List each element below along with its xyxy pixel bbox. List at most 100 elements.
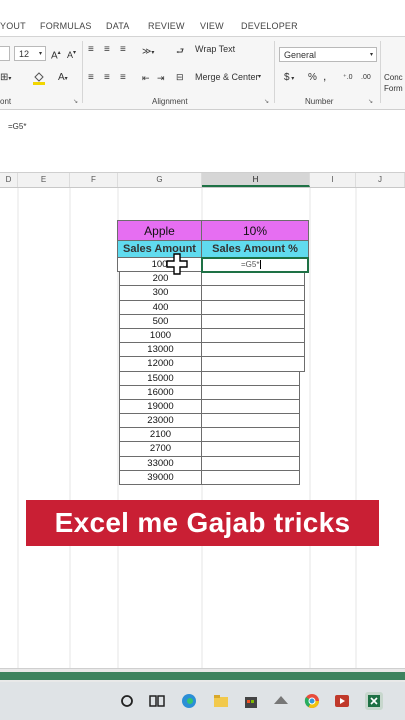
fill-color-icon[interactable] [32,71,46,90]
cell-g15[interactable]: 19000 [119,399,202,414]
cell-h20[interactable] [201,470,300,485]
cell-h5-editing[interactable]: =G5* [201,257,309,273]
windows-taskbar [0,682,405,720]
cell-g13[interactable]: 15000 [119,371,202,386]
edge-browser-icon[interactable] [180,692,198,710]
alignment-group-label: Alignment [152,97,188,106]
align-center-icon[interactable]: ≡ [104,71,110,85]
cell-g12[interactable]: 12000 [119,356,202,372]
wrap-text-icon: ⮐ [176,46,185,56]
decrease-indent-icon[interactable]: ⇤ [142,71,150,85]
cell-g4[interactable]: Sales Amount [117,240,202,258]
tab-view[interactable]: VIEW [200,21,224,31]
formula-input[interactable]: =G5* [8,122,26,131]
cell-g17[interactable]: 2100 [119,427,202,442]
task-view-icon[interactable] [148,692,166,710]
font-color-icon[interactable]: A▾ [58,71,68,86]
increase-decimal-icon[interactable]: ⁺.0 [343,71,353,85]
column-header-g[interactable]: G [118,173,202,187]
cell-g19[interactable]: 33000 [119,456,202,471]
text-caret [260,260,262,270]
align-top-icon[interactable]: ≡ [88,43,94,57]
cell-g11[interactable]: 13000 [119,342,202,357]
cell-g10[interactable]: 1000 [119,328,202,343]
cell-g6[interactable]: 200 [119,271,202,286]
cell-h7[interactable] [201,285,305,301]
cell-h12[interactable] [201,356,305,372]
cell-g8[interactable]: 400 [119,300,202,315]
align-middle-icon[interactable]: ≡ [104,43,110,57]
conditional-formatting-label: Conc [384,73,403,82]
font-size-box[interactable]: 12 ▾ [14,46,46,61]
cell-h17[interactable] [201,427,300,442]
align-bottom-icon[interactable]: ≡ [120,43,126,57]
grow-font-icon[interactable]: A▴ [51,46,61,63]
column-header-i[interactable]: I [310,173,356,187]
percent-button[interactable]: % [308,71,317,85]
decrease-decimal-icon[interactable]: .00 [361,71,371,85]
tab-developer[interactable]: DEVELOPER [241,21,298,31]
cell-h3[interactable]: 10% [201,220,309,241]
increase-indent-icon[interactable]: ⇥ [157,71,165,85]
tab-review[interactable]: REVIEW [148,21,185,31]
cell-h13[interactable] [201,371,300,386]
cell-g3[interactable]: Apple [117,220,202,241]
merge-center-icon: ⊟ [176,72,184,82]
mail-icon[interactable] [272,692,290,710]
video-caption-banner: Excel me Gajab tricks [26,500,379,546]
file-explorer-icon[interactable] [212,692,230,710]
align-left-icon[interactable]: ≡ [88,71,94,85]
cell-g16[interactable]: 23000 [119,413,202,428]
number-launcher-icon[interactable]: ↘ [368,98,373,105]
chrome-icon[interactable] [303,692,321,710]
cell-g14[interactable]: 16000 [119,385,202,400]
separator [274,41,275,103]
comma-button[interactable]: , [323,69,326,83]
tab-page-layout[interactable]: YOUT [0,21,26,31]
cell-g20[interactable]: 39000 [119,470,202,485]
font-launcher-icon[interactable]: ↘ [73,98,78,105]
cell-g9[interactable]: 500 [119,314,202,329]
font-name-box[interactable] [0,46,10,61]
cell-g5[interactable]: 100 [117,257,202,272]
media-player-icon[interactable] [333,692,351,710]
cell-h14[interactable] [201,385,300,400]
separator [380,41,381,103]
borders-icon[interactable]: ⊞▾ [0,71,11,86]
cell-h10[interactable] [201,328,305,343]
alignment-launcher-icon[interactable]: ↘ [264,98,269,105]
number-format-select[interactable]: General ▾ [279,47,377,62]
column-header-e[interactable]: E [18,173,70,187]
column-header-f[interactable]: F [70,173,118,187]
column-header-d[interactable]: D [0,173,18,187]
cell-h19[interactable] [201,456,300,471]
cell-h5-formula: =G5* [241,260,260,269]
orientation-icon[interactable]: ≫▾ [142,44,154,60]
status-bar [0,672,405,680]
cell-h6[interactable] [201,271,305,286]
cell-h15[interactable] [201,399,300,414]
shrink-font-icon[interactable]: A▾ [67,46,76,62]
cell-h11[interactable] [201,342,305,357]
search-icon[interactable] [118,692,136,710]
number-group-label: Number [305,97,334,106]
cell-g7[interactable]: 300 [119,285,202,301]
cell-h16[interactable] [201,413,300,428]
tab-formulas[interactable]: FORMULAS [40,21,92,31]
cell-g18[interactable]: 2700 [119,441,202,457]
column-header-h[interactable]: H [202,173,310,187]
conditional-formatting-label-2: Form [384,84,403,93]
store-icon[interactable] [242,692,260,710]
column-header-j[interactable]: J [356,173,405,187]
mouse-cross-cursor-icon [166,253,188,275]
chevron-down-icon: ▾ [369,52,373,58]
cell-h18[interactable] [201,441,300,457]
cell-h9[interactable] [201,314,305,329]
currency-button[interactable]: $ ▾ [284,71,294,86]
align-right-icon[interactable]: ≡ [120,71,126,85]
excel-app-icon[interactable] [365,692,383,710]
cell-h8[interactable] [201,300,305,315]
cell-h4[interactable]: Sales Amount % [201,240,309,258]
formula-bar[interactable]: =G5* [0,110,405,173]
tab-data[interactable]: DATA [106,21,129,31]
